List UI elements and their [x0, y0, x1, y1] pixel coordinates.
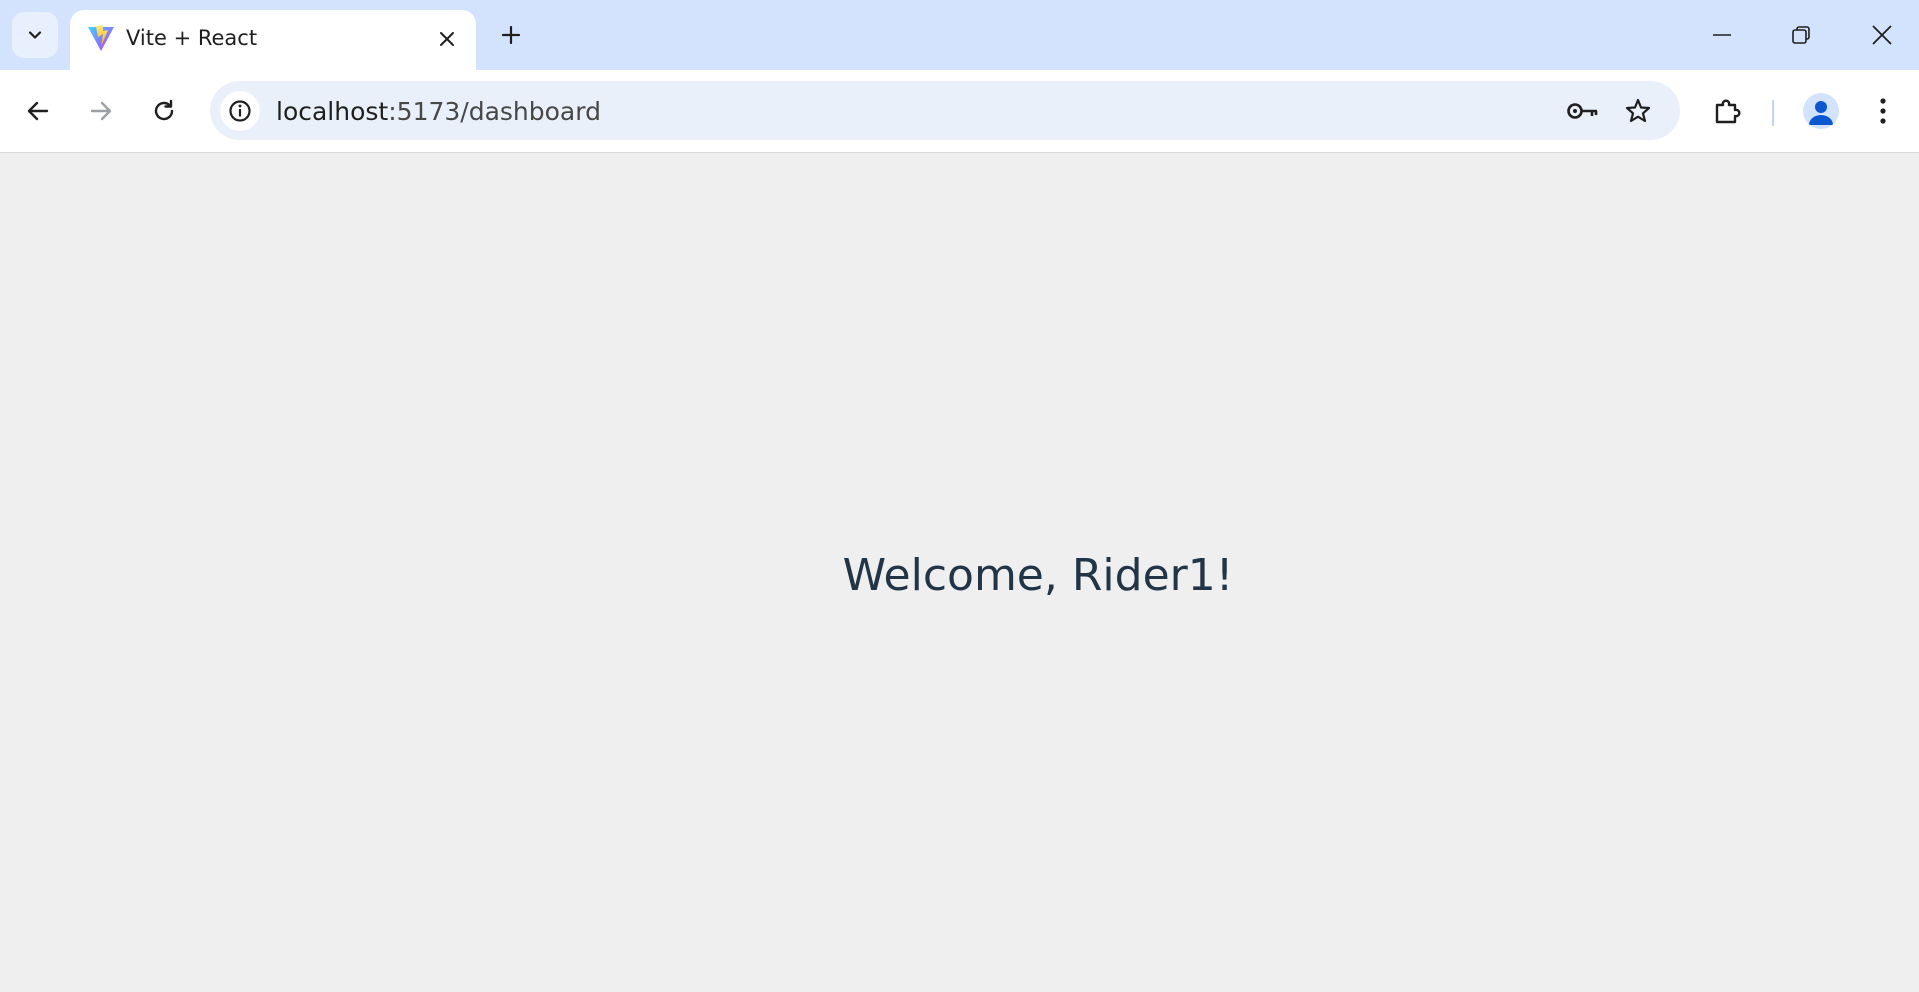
more-vertical-icon	[1880, 98, 1886, 124]
page-content: Welcome, Rider1!	[0, 153, 1919, 992]
vite-logo-icon	[88, 25, 114, 51]
minimize-icon	[1713, 34, 1731, 36]
close-icon	[1872, 25, 1892, 45]
restore-icon	[1792, 26, 1810, 44]
passwords-button[interactable]	[1563, 91, 1603, 131]
site-info-button[interactable]	[220, 91, 260, 131]
new-tab-button[interactable]	[493, 17, 529, 53]
puzzle-icon	[1715, 99, 1741, 124]
tab-search-button[interactable]	[12, 12, 58, 58]
browser-menu-button[interactable]	[1861, 89, 1905, 133]
profile-button[interactable]	[1803, 93, 1839, 129]
tab-title: Vite + React	[126, 26, 258, 50]
close-window-button[interactable]	[1854, 12, 1910, 58]
arrow-right-icon	[90, 101, 112, 121]
info-icon	[229, 100, 251, 122]
minimize-button[interactable]	[1694, 12, 1750, 58]
back-button[interactable]	[16, 89, 60, 133]
toolbar-divider	[1772, 100, 1774, 126]
chevron-down-icon	[28, 31, 42, 39]
star-icon	[1625, 98, 1651, 123]
close-icon	[440, 32, 454, 46]
bookmark-button[interactable]	[1618, 91, 1658, 131]
tab-strip: Vite + React	[0, 0, 1919, 70]
person-icon	[1809, 101, 1833, 125]
plus-icon	[501, 25, 521, 45]
url-host: localhost	[276, 97, 389, 126]
extensions-button[interactable]	[1706, 89, 1750, 133]
welcome-message: Welcome, Rider1!	[842, 550, 1234, 601]
reload-icon	[154, 99, 174, 121]
reload-button[interactable]	[142, 89, 186, 133]
url-path: :5173/dashboard	[388, 97, 601, 126]
browser-toolbar: localhost:5173/dashboard	[0, 70, 1919, 153]
restore-button[interactable]	[1773, 12, 1829, 58]
browser-window: Vite + React localhost:5173/dashboard We…	[0, 0, 1919, 992]
tab-close-button[interactable]	[432, 24, 462, 54]
tab-active[interactable]: Vite + React	[70, 10, 476, 70]
url-text[interactable]: localhost:5173/dashboard	[276, 97, 601, 126]
address-bar[interactable]: localhost:5173/dashboard	[210, 81, 1680, 140]
forward-button[interactable]	[79, 89, 123, 133]
arrow-left-icon	[27, 101, 49, 121]
key-icon	[1567, 103, 1598, 119]
